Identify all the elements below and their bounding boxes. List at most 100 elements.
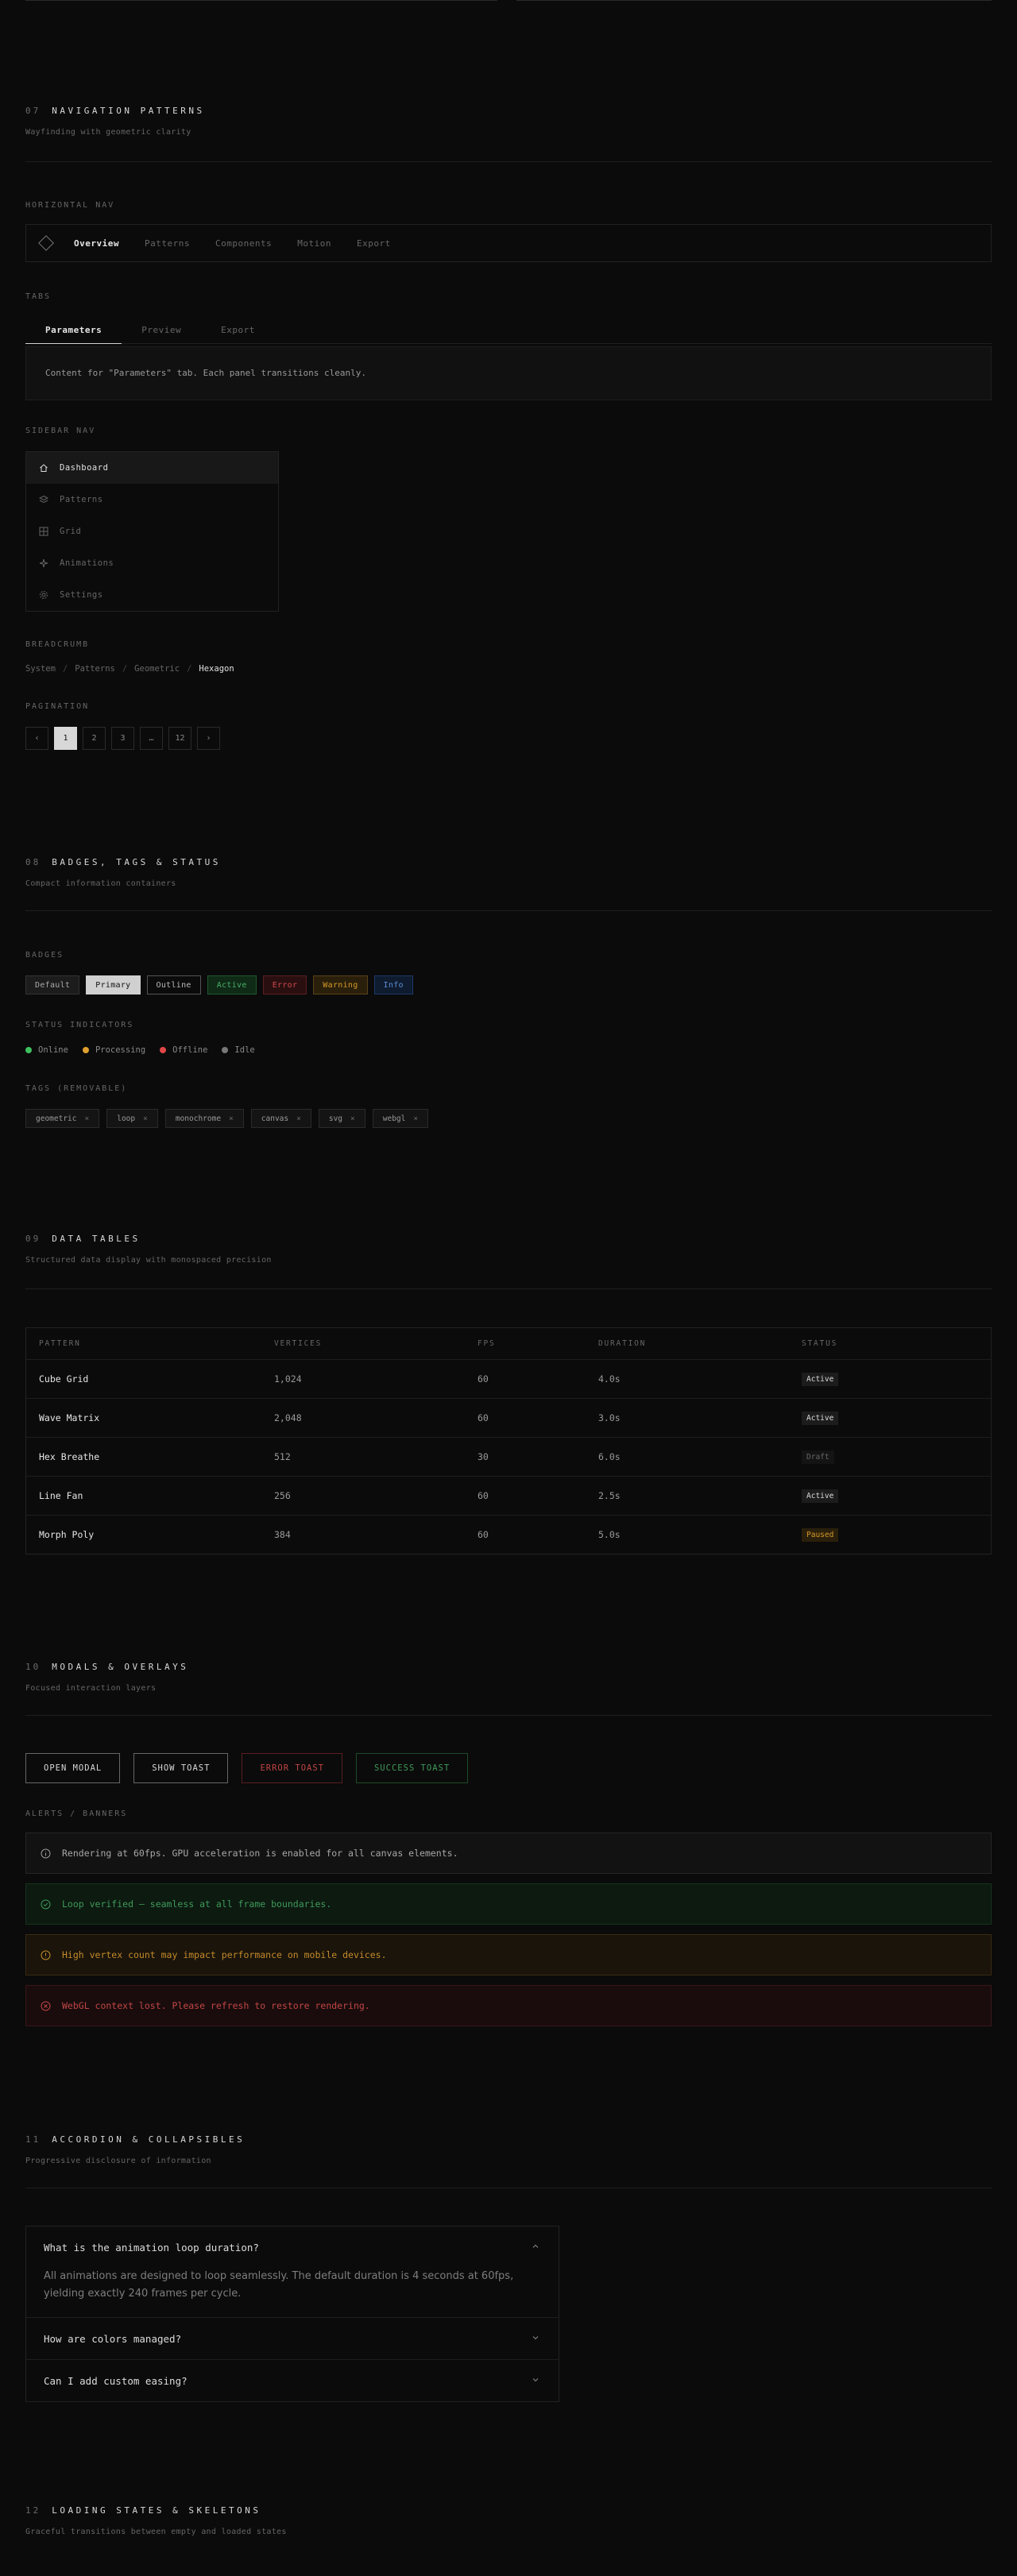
breadcrumb-item-geometric[interactable]: Geometric bbox=[134, 664, 180, 674]
table-row[interactable]: Wave Matrix 2,048 60 3.0s Active bbox=[26, 1398, 991, 1437]
breadcrumb-separator: / bbox=[122, 664, 128, 674]
column-header-duration[interactable]: DURATION bbox=[598, 1339, 802, 1348]
cell-duration: 4.0s bbox=[598, 1373, 621, 1385]
pagination-page-1[interactable]: 1 bbox=[54, 727, 77, 750]
sidebar-item-patterns[interactable]: Patterns bbox=[26, 484, 278, 516]
status-label: Idle bbox=[234, 1045, 255, 1055]
table-row[interactable]: Line Fan 256 60 2.5s Active bbox=[26, 1476, 991, 1515]
design-system-page: 07 NAVIGATION PATTERNS Wayfinding with ge… bbox=[0, 0, 1017, 2576]
section-number: 11 bbox=[25, 2134, 41, 2145]
nav-item-overview[interactable]: Overview bbox=[74, 238, 119, 249]
accordion-header[interactable]: How are colors managed? bbox=[26, 2318, 559, 2359]
tag-monochrome: monochrome × bbox=[164, 1109, 244, 1128]
accordion-header[interactable]: What is the animation loop duration? bbox=[26, 2226, 559, 2268]
cell-pattern: Wave Matrix bbox=[39, 1412, 100, 1423]
status-idle: Idle bbox=[222, 1045, 255, 1055]
close-icon[interactable]: × bbox=[229, 1114, 234, 1123]
nav-item-motion[interactable]: Motion bbox=[297, 238, 331, 249]
status-badge: Draft bbox=[802, 1450, 834, 1464]
table-row[interactable]: Morph Poly 384 60 5.0s Paused bbox=[26, 1515, 991, 1554]
accordion-answer: All animations are designed to loop seam… bbox=[44, 2270, 514, 2300]
pagination-page-12[interactable]: 12 bbox=[168, 727, 191, 750]
previous-section-edge bbox=[25, 0, 992, 2]
cell-fps: 60 bbox=[478, 1529, 489, 1540]
home-icon bbox=[39, 463, 48, 473]
column-header-pattern[interactable]: PATTERN bbox=[26, 1339, 274, 1348]
tag-canvas: canvas × bbox=[250, 1109, 311, 1128]
accordion: What is the animation loop duration? All… bbox=[25, 2226, 559, 2402]
nav-item-export[interactable]: Export bbox=[357, 238, 391, 249]
table-row[interactable]: Hex Breathe 512 30 6.0s Draft bbox=[26, 1437, 991, 1476]
cell-pattern: Line Fan bbox=[39, 1490, 83, 1501]
pagination-label: PAGINATION bbox=[25, 702, 90, 711]
pagination-next-button[interactable]: › bbox=[197, 727, 220, 750]
close-icon[interactable]: × bbox=[413, 1114, 418, 1123]
pagination-ellipsis: … bbox=[140, 727, 163, 750]
column-header-fps[interactable]: FPS bbox=[478, 1339, 598, 1348]
tag-webgl: webgl × bbox=[372, 1109, 429, 1128]
show-toast-button[interactable]: SHOW TOAST bbox=[133, 1753, 229, 1783]
cell-vertices: 512 bbox=[274, 1451, 291, 1462]
column-header-vertices[interactable]: VERTICES bbox=[274, 1339, 478, 1348]
sidebar-item-settings[interactable]: Settings bbox=[26, 579, 278, 611]
sidebar-item-animations[interactable]: Animations bbox=[26, 547, 278, 579]
layers-icon bbox=[39, 495, 48, 504]
tabs-label: TABS bbox=[25, 292, 52, 301]
breadcrumb-item-system[interactable]: System bbox=[25, 664, 56, 674]
open-modal-button[interactable]: OPEN MODAL bbox=[25, 1753, 121, 1783]
badge-error: Error bbox=[262, 975, 307, 994]
data-table: PATTERN VERTICES FPS DURATION STATUS Cub… bbox=[25, 1327, 992, 1554]
column-header-status[interactable]: STATUS bbox=[802, 1339, 991, 1348]
pagination-prev-button[interactable]: ‹ bbox=[25, 727, 48, 750]
section-number: 09 bbox=[25, 1234, 41, 1244]
accordion-item: What is the animation loop duration? All… bbox=[26, 2226, 559, 2317]
tag-label: svg bbox=[328, 1114, 343, 1123]
close-icon[interactable]: × bbox=[350, 1114, 355, 1123]
alerts-label: ALERTS / BANNERS bbox=[25, 1809, 128, 1818]
accordion-item: How are colors managed? bbox=[26, 2317, 559, 2359]
alert-error: WebGL context lost. Please refresh to re… bbox=[25, 1985, 992, 2026]
section-header-accordion: 11 ACCORDION & COLLAPSIBLES Progressive d… bbox=[25, 2130, 992, 2165]
nav-item-patterns[interactable]: Patterns bbox=[145, 238, 190, 249]
section-title: NAVIGATION PATTERNS bbox=[52, 106, 205, 116]
accordion-question: How are colors managed? bbox=[44, 2332, 182, 2345]
warning-icon bbox=[41, 1950, 51, 1960]
status-indicators-label: STATUS INDICATORS bbox=[25, 1021, 134, 1029]
tab-preview[interactable]: Preview bbox=[122, 320, 201, 344]
table-row[interactable]: Cube Grid 1,024 60 4.0s Active bbox=[26, 1359, 991, 1398]
diamond-logo-icon[interactable] bbox=[38, 235, 54, 251]
section-header-badges: 08 BADGES, TAGS & STATUS Compact informat… bbox=[25, 853, 992, 888]
breadcrumb-current: Hexagon bbox=[199, 664, 234, 674]
section-divider bbox=[25, 1715, 992, 1716]
error-toast-button[interactable]: ERROR TOAST bbox=[242, 1753, 342, 1783]
section-title: LOADING STATES & SKELETONS bbox=[52, 2505, 261, 2516]
nav-item-components[interactable]: Components bbox=[215, 238, 272, 249]
close-icon[interactable]: × bbox=[84, 1114, 89, 1123]
cell-vertices: 1,024 bbox=[274, 1373, 302, 1385]
section-subtitle: Graceful transitions between empty and l… bbox=[25, 2528, 287, 2536]
cell-pattern: Cube Grid bbox=[39, 1373, 89, 1385]
section-header-navigation: 07 NAVIGATION PATTERNS Wayfinding with ge… bbox=[25, 102, 992, 137]
breadcrumb: System / Patterns / Geometric / Hexagon bbox=[25, 664, 242, 674]
breadcrumb-item-patterns[interactable]: Patterns bbox=[75, 664, 115, 674]
sidebar-item-dashboard[interactable]: Dashboard bbox=[26, 452, 278, 484]
pagination-page-3[interactable]: 3 bbox=[111, 727, 134, 750]
cell-duration: 5.0s bbox=[598, 1529, 621, 1540]
accordion-header[interactable]: Can I add custom easing? bbox=[26, 2360, 559, 2401]
close-icon[interactable]: × bbox=[296, 1114, 301, 1123]
breadcrumb-separator: / bbox=[187, 664, 192, 674]
badges-label: BADGES bbox=[25, 951, 64, 960]
tags-label: TAGS (REMOVABLE) bbox=[25, 1084, 128, 1093]
tab-parameters[interactable]: Parameters bbox=[25, 320, 122, 344]
badge-warning: Warning bbox=[313, 975, 368, 994]
sidebar-item-grid[interactable]: Grid bbox=[26, 516, 278, 547]
section-title: MODALS & OVERLAYS bbox=[52, 1662, 189, 1672]
pagination-page-2[interactable]: 2 bbox=[83, 727, 106, 750]
tag-label: geometric bbox=[36, 1114, 77, 1123]
tag-loop: loop × bbox=[106, 1109, 158, 1128]
tab-export[interactable]: Export bbox=[201, 320, 275, 344]
cell-pattern: Morph Poly bbox=[39, 1529, 95, 1540]
success-toast-button[interactable]: SUCCESS TOAST bbox=[355, 1753, 469, 1783]
horizontal-nav-label: HORIZONTAL NAV bbox=[25, 201, 115, 210]
close-icon[interactable]: × bbox=[143, 1114, 148, 1123]
